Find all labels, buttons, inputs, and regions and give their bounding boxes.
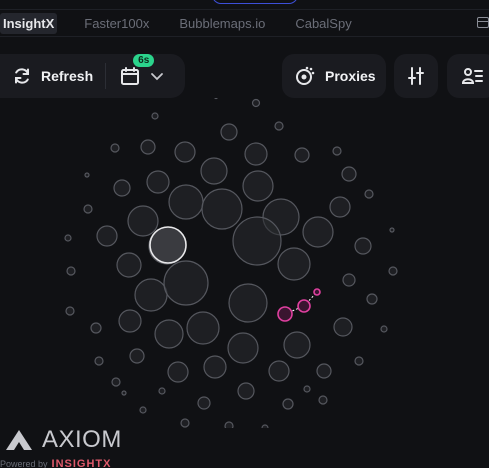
bubble-node[interactable]	[129, 348, 145, 364]
bubble-node[interactable]	[66, 266, 76, 276]
refresh-icon	[15, 68, 29, 84]
bubble-node[interactable]	[333, 317, 353, 337]
bubble-node[interactable]	[96, 225, 118, 247]
bubble-node[interactable]	[110, 143, 120, 153]
axiom-logo-icon	[6, 430, 32, 450]
bubble-node[interactable]	[277, 247, 311, 281]
bubble-node[interactable]	[261, 424, 269, 428]
brand-name: AXIOM	[42, 426, 122, 453]
bubble-node[interactable]	[168, 184, 204, 220]
proxies-button[interactable]: Proxies	[282, 54, 386, 98]
bubble-node[interactable]	[354, 356, 364, 366]
bubble-node[interactable]	[134, 278, 168, 312]
powered-by: Powered by INSIGHTX	[0, 458, 111, 468]
tab-faster100x[interactable]: Faster100x	[84, 16, 149, 31]
bubble-node[interactable]	[197, 396, 211, 410]
bubble-node[interactable]	[332, 146, 342, 156]
bubble-node[interactable]	[237, 382, 255, 400]
bubble-node[interactable]	[220, 123, 238, 141]
bubble-node-linked[interactable]	[297, 299, 311, 313]
bubble-node[interactable]	[139, 406, 147, 414]
tab-bar: InsightX Faster100x Bubblemaps.io CabalS…	[0, 9, 489, 37]
bubble-node[interactable]	[329, 196, 351, 218]
bubble-node[interactable]	[174, 141, 196, 163]
bubble-node[interactable]	[201, 188, 243, 230]
toolbar-left: Refresh 6s	[0, 54, 185, 98]
chevron-down-icon	[151, 73, 164, 81]
bubble-node[interactable]	[302, 216, 334, 248]
bubble-node[interactable]	[282, 398, 294, 410]
top-pill-button[interactable]	[212, 0, 298, 4]
bubble-node[interactable]	[294, 147, 310, 163]
axiom-logo: AXIOM	[4, 426, 122, 454]
tab-bubblemaps[interactable]: Bubblemaps.io	[179, 16, 265, 31]
bubble-node[interactable]	[113, 179, 131, 197]
bubble-node[interactable]	[151, 112, 159, 120]
bubble-node[interactable]	[118, 309, 142, 333]
bubble-node[interactable]	[388, 266, 398, 276]
bubble-node[interactable]	[154, 319, 184, 349]
interval-dropdown[interactable]: 6s	[106, 54, 178, 98]
bubble-node[interactable]	[354, 237, 372, 255]
proxies-label: Proxies	[325, 68, 376, 84]
bubble-node[interactable]	[232, 216, 282, 266]
bubble-node[interactable]	[274, 121, 284, 131]
bubble-node[interactable]	[146, 170, 170, 194]
calendar-icon	[121, 67, 140, 85]
filter-button[interactable]	[394, 54, 438, 98]
user-list-icon	[461, 68, 483, 84]
tab-cabalspy[interactable]: CabalSpy	[295, 16, 351, 31]
bubble-node[interactable]	[65, 306, 75, 316]
bubble-node[interactable]	[364, 189, 374, 199]
bubble-node[interactable]	[283, 331, 311, 359]
bubble-node[interactable]	[127, 205, 159, 237]
bubble-node[interactable]	[244, 142, 268, 166]
proxies-icon	[296, 66, 315, 85]
bubble-node[interactable]	[186, 311, 220, 345]
interval-badge: 6s	[133, 54, 155, 67]
window-icon[interactable]	[477, 17, 489, 28]
sliders-icon	[408, 67, 424, 85]
bubble-node[interactable]	[84, 172, 90, 178]
bubble-node[interactable]	[366, 293, 378, 305]
bubble-node-linked[interactable]	[277, 306, 293, 322]
bubble-node[interactable]	[163, 260, 209, 306]
bubble-node[interactable]	[116, 252, 142, 278]
tab-insightx[interactable]: InsightX	[0, 12, 58, 34]
bubble-node[interactable]	[224, 421, 234, 428]
bubble-node[interactable]	[64, 234, 72, 242]
bubble-node[interactable]	[380, 325, 388, 333]
bubble-node-selected[interactable]	[149, 226, 187, 264]
bubble-node[interactable]	[318, 395, 328, 405]
powered-by-text: Powered by	[0, 459, 48, 468]
bubble-node[interactable]	[83, 204, 93, 214]
bubble-node[interactable]	[140, 139, 156, 155]
bubble-map[interactable]	[0, 98, 489, 428]
bubble-node[interactable]	[268, 360, 290, 382]
refresh-label: Refresh	[41, 68, 94, 84]
bubble-node[interactable]	[167, 361, 189, 383]
bubble-node[interactable]	[303, 385, 311, 393]
bubble-node-linked[interactable]	[313, 288, 321, 296]
bubble-node[interactable]	[158, 387, 166, 395]
bubble-node[interactable]	[316, 363, 332, 379]
user-list-button[interactable]	[447, 54, 489, 98]
bubble-node[interactable]	[111, 377, 121, 387]
bubble-node[interactable]	[227, 332, 259, 364]
bubble-node[interactable]	[251, 98, 261, 108]
bubble-node[interactable]	[90, 322, 102, 334]
bubble-node[interactable]	[342, 273, 356, 287]
bubble-node[interactable]	[200, 157, 228, 185]
bubble-node[interactable]	[180, 418, 190, 428]
bubble-node[interactable]	[214, 98, 218, 100]
bubble-node[interactable]	[121, 390, 127, 396]
insightx-logo: INSIGHTX	[51, 458, 112, 468]
bubble-node[interactable]	[203, 355, 227, 379]
bubble-node[interactable]	[341, 166, 357, 182]
bubble-node[interactable]	[242, 170, 274, 202]
bubble-node[interactable]	[94, 356, 104, 366]
refresh-button[interactable]: Refresh	[0, 54, 105, 98]
bubble-node[interactable]	[228, 283, 268, 323]
bubble-node[interactable]	[389, 227, 395, 233]
